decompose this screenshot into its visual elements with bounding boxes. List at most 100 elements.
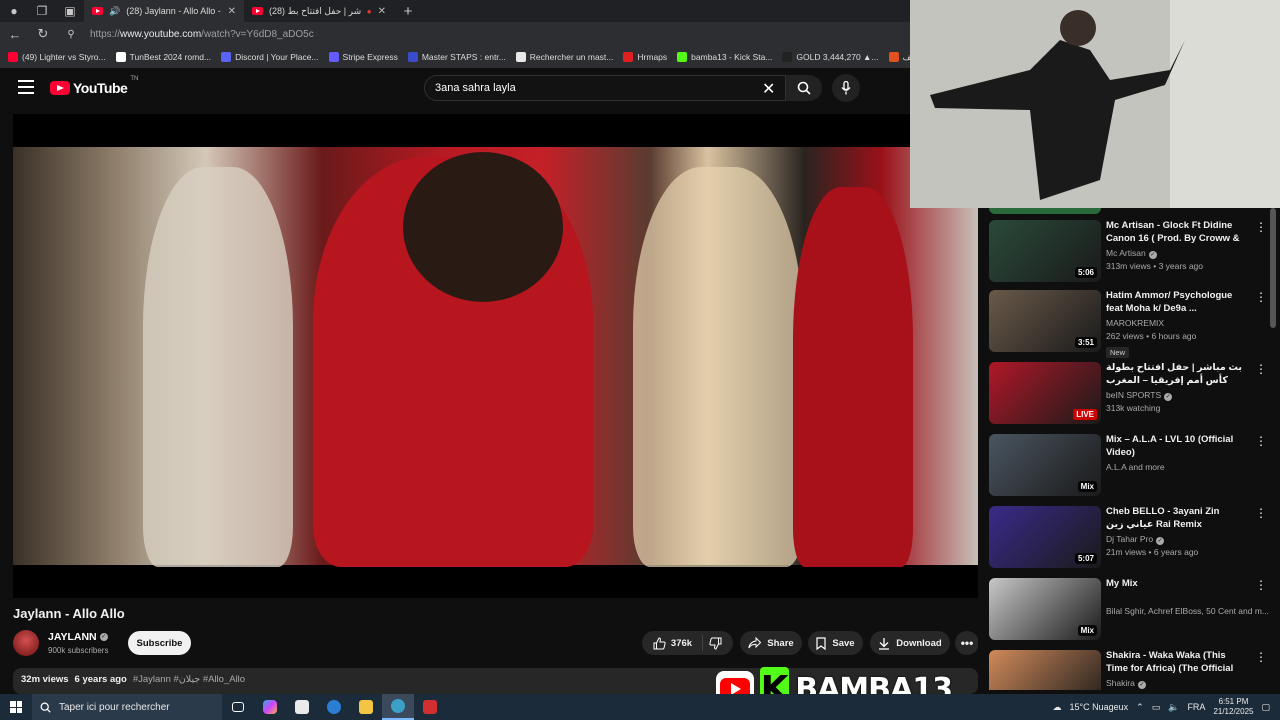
search-input[interactable]: 3ana sahra layla [424, 75, 786, 101]
share-button[interactable]: Share [740, 631, 802, 655]
volume-icon[interactable]: 🔈 [1168, 702, 1179, 713]
more-options-icon[interactable]: ⋮ [1255, 650, 1267, 664]
video-thumbnail[interactable] [989, 650, 1101, 690]
recommended-video[interactable]: 5:06 Mc Artisan - Glock Ft Didine Canon 1… [989, 220, 1279, 286]
hashtags[interactable]: #Jaylann #جيلان #Allo_Allo [133, 674, 245, 688]
recommended-channel-name[interactable]: beIN SPORTS ✓ [1106, 390, 1173, 401]
recommended-video-title[interactable]: Shakira - Waka Waka (This Time for Afric… [1106, 650, 1246, 676]
recommended-video[interactable]: Mix My Mix Bilal Sghir, Achref ElBoss, 50 … [989, 578, 1279, 644]
recommended-channel-name[interactable]: A.L.A and more [1106, 462, 1165, 472]
bookmark-item[interactable]: Hrmaps [623, 52, 667, 62]
channel-avatar[interactable] [13, 630, 39, 656]
recommended-video-title[interactable]: Mix – A.L.A - LVL 10 (Official Video) [1106, 434, 1246, 459]
search-button[interactable] [786, 75, 822, 101]
tray-chevron-icon[interactable]: ⌃ [1136, 702, 1144, 713]
recommended-video[interactable]: LIVE بث مباشر | حفل افتتاح بطولة كأس أمم … [989, 362, 1279, 428]
clock-time: 6:51 PM [1218, 697, 1249, 706]
profile-icon[interactable]: ● [0, 0, 28, 22]
more-options-icon[interactable]: ⋮ [1255, 434, 1267, 448]
voice-search-button[interactable] [832, 74, 860, 102]
video-thumbnail[interactable] [989, 208, 1101, 214]
weather-text[interactable]: 15°C Nuageux [1070, 702, 1129, 712]
site-info-icon[interactable]: ⚲ [62, 29, 80, 40]
recommended-video[interactable]: Mix Mix – A.L.A - LVL 10 (Official Video)… [989, 434, 1279, 500]
tab-jaylann[interactable]: 🔊 (28) Jaylann - Allo Allo - Yo ✕ [84, 0, 244, 22]
youtube-logo[interactable]: YouTube TN [50, 76, 138, 96]
recommended-video-title[interactable]: بث مباشر | حفل افتتاح بطولة كأس أمم إفري… [1106, 362, 1246, 388]
save-button[interactable]: Save [808, 631, 863, 655]
store-button[interactable] [286, 694, 318, 720]
bookmark-item[interactable]: Rechercher un mast... [515, 52, 613, 62]
tab-bein-live[interactable]: (28) بث مباشر | حفل افتتاح بط ● ✕ [244, 0, 394, 22]
subscriber-count: 900k subscribers [48, 646, 109, 655]
recommended-video[interactable]: 5:07 Cheb BELLO - 3ayani Zin عياني زين Ra… [989, 506, 1279, 572]
more-options-icon[interactable]: ⋮ [1255, 362, 1267, 376]
edge-button[interactable] [318, 694, 350, 720]
more-options-icon[interactable]: ⋮ [1255, 506, 1267, 520]
language-indicator[interactable]: FRA [1187, 702, 1205, 712]
video-thumbnail[interactable]: 3:51 [989, 290, 1101, 352]
clock[interactable]: 6:51 PM 21/12/2025 [1213, 697, 1253, 717]
video-thumbnail[interactable]: 5:06 [989, 220, 1101, 282]
more-options-icon[interactable]: ⋮ [1255, 578, 1267, 592]
video-thumbnail[interactable]: 5:07 [989, 506, 1101, 568]
recommended-video-title[interactable]: Cheb BELLO - 3ayani Zin عياني زين Rai Re… [1106, 506, 1246, 532]
video-thumbnail[interactable]: Mix [989, 434, 1101, 496]
duration-badge: 5:06 [1074, 267, 1097, 278]
clock-date: 21/12/2025 [1213, 707, 1254, 716]
subscribe-button[interactable]: Subscribe [128, 631, 191, 655]
reload-icon[interactable]: ↻ [34, 26, 52, 42]
more-options-icon[interactable]: ⋮ [1255, 220, 1267, 234]
dislike-button[interactable] [709, 637, 722, 650]
bookmark-item[interactable]: Master STAPS : entr... [407, 52, 506, 62]
bookmark-item[interactable]: (49) Lighter vs Styro... [8, 52, 106, 62]
tab-actions-icon[interactable]: ▣ [56, 0, 84, 22]
more-actions-icon[interactable]: ••• [955, 631, 979, 655]
bookmark-item[interactable]: GOLD 3,444,270 ▲... [782, 52, 879, 62]
bookmark-item[interactable]: bamba13 - Kick Sta... [677, 52, 772, 62]
hamburger-menu-icon[interactable] [18, 80, 34, 94]
new-tab-button[interactable]: + [394, 0, 422, 22]
video-thumbnail[interactable]: LIVE [989, 362, 1101, 424]
task-view-button[interactable] [222, 694, 254, 720]
file-explorer-button[interactable] [350, 694, 382, 720]
browser-taskbar-button[interactable] [382, 694, 414, 720]
recommended-video-title[interactable]: Mc Artisan - Glock Ft Didine Canon 16 ( … [1106, 220, 1246, 246]
verified-check-icon: ✓ [99, 633, 108, 641]
download-button[interactable]: Download [870, 631, 950, 655]
thumbs-up-icon [653, 636, 666, 649]
close-icon[interactable]: ✕ [228, 6, 236, 17]
weather-icon: ☁ [1052, 701, 1062, 712]
recommended-channel-name[interactable]: Shakira ✓ [1106, 678, 1146, 689]
taskbar-search-input[interactable]: Taper ici pour rechercher [32, 694, 222, 720]
recommended-video-title[interactable]: My Mix [1106, 578, 1246, 591]
url-field[interactable]: https://www.youtube.com/watch?v=Y6dD8_aD… [90, 29, 314, 40]
speaker-icon[interactable]: 🔊 [109, 6, 120, 17]
channel-name[interactable]: JAYLANN ✓ [48, 631, 108, 643]
start-button[interactable] [0, 694, 32, 720]
close-icon[interactable]: ✕ [378, 6, 386, 17]
notifications-icon[interactable]: ▢ [1261, 702, 1270, 713]
video-player[interactable] [13, 114, 978, 598]
like-button[interactable]: 376k [653, 635, 704, 651]
video-thumbnail[interactable]: Mix [989, 578, 1101, 640]
recommended-channel-name[interactable]: Dj Tahar Pro ✓ [1106, 534, 1165, 545]
recommended-video[interactable]: Shakira - Waka Waka (This Time for Afric… [989, 650, 1279, 690]
back-arrow-icon[interactable]: ← [6, 27, 24, 42]
more-options-icon[interactable]: ⋮ [1255, 290, 1267, 304]
recommended-video[interactable]: 3:51 Hatim Ammor/ Psychologue feat Moha k… [989, 290, 1279, 358]
obs-button[interactable] [414, 694, 446, 720]
copilot-button[interactable] [254, 694, 286, 720]
page-scrollbar[interactable] [1270, 208, 1276, 328]
bookmark-item[interactable]: Stripe Express [328, 52, 398, 62]
youtube-play-logo-icon [50, 81, 70, 95]
recommended-channel-name[interactable]: Bilal Sghir, Achref ElBoss, 50 Cent and … [1106, 606, 1269, 616]
recommended-channel-name[interactable]: MAROKREMIX [1106, 318, 1164, 328]
bookmark-item[interactable]: Discord | Your Place... [221, 52, 319, 62]
bookmark-item[interactable]: TunBest 2024 romd... [115, 52, 211, 62]
workspaces-icon[interactable]: ❐ [28, 0, 56, 22]
recommended-channel-name[interactable]: Mc Artisan ✓ [1106, 248, 1157, 259]
recommended-video-title[interactable]: Hatim Ammor/ Psychologue feat Moha k/ De… [1106, 290, 1246, 315]
clear-search-icon[interactable]: ✕ [762, 79, 775, 99]
network-icon[interactable]: ▭ [1152, 702, 1161, 713]
